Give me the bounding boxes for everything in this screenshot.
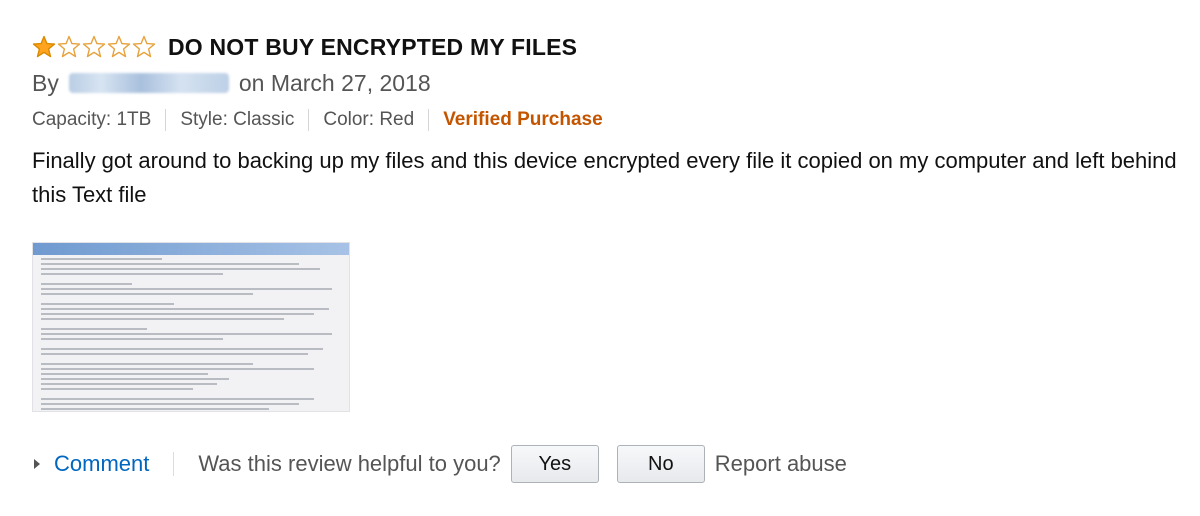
screenshot-text-line (41, 348, 324, 350)
screenshot-text-line (41, 308, 330, 310)
screenshot-text-line (41, 393, 341, 395)
screenshot-text-line (41, 283, 132, 285)
yes-button[interactable]: Yes (510, 445, 599, 483)
star-empty-icon (132, 35, 156, 58)
color-label[interactable]: Color: Red (323, 109, 414, 131)
review-card: DO NOT BUY ENCRYPTED MY FILES By on Marc… (32, 30, 1192, 212)
screenshot-text-line (41, 288, 333, 290)
divider (173, 452, 175, 476)
screenshot-text-line (41, 373, 208, 375)
screenshot-text-line (41, 368, 315, 370)
review-title[interactable]: DO NOT BUY ENCRYPTED MY FILES (168, 34, 577, 61)
screenshot-text-line (41, 258, 163, 260)
star-empty-icon (82, 35, 106, 58)
redacted-author-name (68, 73, 229, 93)
report-abuse-link[interactable]: Report abuse (715, 451, 847, 477)
star-empty-icon (107, 35, 131, 58)
by-label: By (32, 69, 59, 96)
screenshot-text-line (41, 403, 299, 405)
screenshot-text-line (41, 268, 321, 270)
divider (308, 109, 310, 131)
review-date: on March 27, 2018 (238, 69, 431, 96)
verified-purchase-badge[interactable]: Verified Purchase (443, 109, 602, 131)
screenshot-text-line (41, 328, 148, 330)
screenshot-text-line (41, 313, 315, 315)
screenshot-text-line (41, 378, 230, 380)
screenshot-text-line (41, 278, 341, 280)
screenshot-text-line (41, 358, 341, 360)
divider (165, 109, 167, 131)
screenshot-text-line (41, 263, 299, 265)
screenshot-text-line (41, 273, 224, 275)
screenshot-text-line (41, 323, 341, 325)
star-empty-icon (57, 35, 81, 58)
helpful-question: Was this review helpful to you? (198, 451, 501, 476)
screenshot-text-line (41, 388, 193, 390)
comment-link[interactable]: Comment (54, 451, 149, 477)
review-image-thumbnail[interactable] (32, 242, 350, 412)
screenshot-text-line (41, 383, 217, 385)
review-byline: By on March 27, 2018 (32, 66, 1192, 100)
screenshot-text-line (41, 338, 224, 340)
product-format-strip: Capacity: 1TB Style: Classic Color: Red … (32, 106, 1192, 134)
star-rating (32, 35, 156, 59)
review-header: DO NOT BUY ENCRYPTED MY FILES (32, 30, 1192, 64)
review-actions: Comment Was this review helpful to you? … (32, 444, 847, 484)
review-text: Finally got around to backing up my file… (32, 148, 1177, 207)
style-label[interactable]: Style: Classic (180, 109, 294, 131)
screenshot-text-line (41, 298, 341, 300)
screenshot-text-line (41, 398, 315, 400)
screenshot-text-line (41, 303, 175, 305)
capacity-label[interactable]: Capacity: 1TB (32, 109, 151, 131)
screenshot-text-line (41, 293, 254, 295)
screenshot-text-line (41, 363, 254, 365)
screenshot-titlebar (33, 243, 349, 255)
star-filled-icon (32, 35, 56, 58)
screenshot-text-line (41, 318, 284, 320)
divider (428, 109, 430, 131)
screenshot-text-line (41, 343, 341, 345)
expand-caret-icon[interactable] (34, 459, 40, 469)
screenshot-text-line (41, 353, 308, 355)
screenshot-text-line (41, 408, 269, 410)
no-button[interactable]: No (616, 445, 705, 483)
screenshot-text-line (41, 333, 333, 335)
